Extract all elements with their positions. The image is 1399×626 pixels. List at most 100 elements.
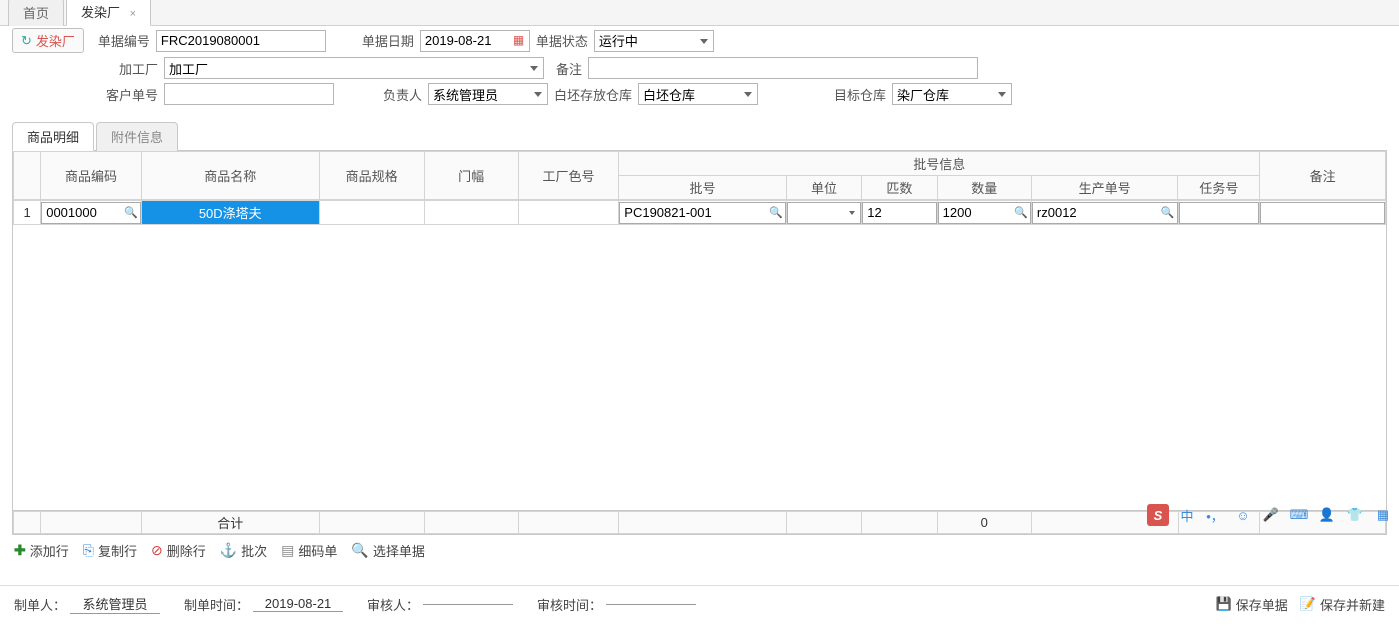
close-icon[interactable]: ×	[130, 8, 136, 20]
audit-time-label: 审核时间：	[537, 595, 602, 614]
col-unit[interactable]: 单位	[786, 176, 861, 200]
table-row[interactable]: 1 🔍 50D涤塔夫 🔍 🔍 🔍	[14, 201, 1386, 225]
ime-punct-icon[interactable]: •，	[1205, 505, 1225, 525]
subtab-detail[interactable]: 商品明细	[12, 122, 94, 151]
search-icon[interactable]: 🔍	[124, 206, 138, 219]
cust-no-input[interactable]	[164, 83, 334, 105]
search-icon: 🔍	[351, 542, 368, 559]
auditor-value	[423, 604, 513, 605]
task-no-input[interactable]	[1179, 202, 1260, 224]
make-time-value: 2019-08-21	[253, 596, 343, 612]
batch-button[interactable]: ⚓批次	[220, 541, 267, 560]
ime-mic-icon[interactable]: 🎤	[1261, 505, 1281, 525]
col-task-no[interactable]: 任务号	[1178, 176, 1260, 200]
delete-icon: ⊘	[151, 542, 163, 559]
doc-no-label: 单据编号	[92, 31, 156, 50]
search-icon[interactable]: 🔍	[1161, 206, 1175, 219]
doc-state-label: 单据状态	[530, 31, 594, 50]
code-sheet-button[interactable]: ▤细码单	[281, 541, 337, 560]
ime-toolbar[interactable]: S 中 •， ☺ 🎤 ⌨ 👤 👕 ▦	[1147, 504, 1393, 526]
document-footer: 制单人： 系统管理员 制单时间： 2019-08-21 审核人： 审核时间： 💾…	[0, 585, 1399, 618]
cell-spec[interactable]	[319, 201, 424, 225]
copy-icon: ⎘	[83, 542, 94, 559]
form-area: ↻ 发染厂 单据编号 单据日期 ▦ 单据状态 加工厂 备注 客户单号 负责人 白…	[0, 26, 1399, 117]
unit-select[interactable]	[787, 202, 861, 224]
plus-icon: ✚	[14, 542, 26, 559]
row-index: 1	[14, 201, 41, 225]
col-name[interactable]: 商品名称	[141, 152, 319, 200]
prod-no-input[interactable]	[1032, 202, 1178, 224]
save-icon: 💾	[1216, 596, 1232, 612]
grid-body-table: 1 🔍 50D涤塔夫 🔍 🔍 🔍	[13, 200, 1386, 225]
main-tab-bar: 首页 发染厂 ×	[0, 0, 1399, 26]
cell-code[interactable]: 🔍	[41, 202, 141, 224]
dye-factory-button[interactable]: ↻ 发染厂	[12, 28, 84, 53]
factory-label: 加工厂	[100, 59, 164, 78]
doc-state-select[interactable]	[594, 30, 714, 52]
footer-total-label: 合计	[141, 512, 319, 534]
ime-lang-icon[interactable]: 中	[1177, 505, 1197, 525]
grid-action-bar: ✚添加行 ⎘复制行 ⊘删除行 ⚓批次 ▤细码单 🔍选择单据	[0, 535, 1399, 566]
delete-row-button[interactable]: ⊘删除行	[151, 541, 206, 560]
dye-factory-button-label: 发染厂	[36, 31, 75, 50]
pick-doc-button[interactable]: 🔍选择单据	[351, 541, 424, 560]
ime-keyboard-icon[interactable]: ⌨	[1289, 505, 1309, 525]
list-icon: ▤	[281, 542, 294, 559]
col-spec[interactable]: 商品规格	[319, 152, 424, 200]
subtab-attachment[interactable]: 附件信息	[96, 122, 178, 151]
copy-row-button[interactable]: ⎘复制行	[83, 541, 137, 560]
col-note[interactable]: 备注	[1260, 152, 1386, 200]
tab-dye-factory[interactable]: 发染厂 ×	[66, 0, 151, 26]
batch-input[interactable]	[619, 202, 786, 224]
cell-unit[interactable]	[787, 202, 861, 224]
save-new-icon: 📝	[1300, 596, 1316, 612]
note-input[interactable]	[1260, 202, 1385, 224]
footer-qty-total: 0	[937, 512, 1031, 534]
target-wh-label: 目标仓库	[828, 85, 892, 104]
doc-date-input[interactable]	[420, 30, 530, 52]
cell-name[interactable]: 50D涤塔夫	[141, 201, 319, 225]
cell-color[interactable]	[518, 201, 619, 225]
save-button[interactable]: 💾保存单据	[1216, 595, 1288, 614]
tab-dye-label: 发染厂	[81, 5, 120, 20]
sub-tab-bar: 商品明细 附件信息	[12, 121, 1387, 151]
col-color[interactable]: 工厂色号	[518, 152, 619, 200]
target-wh-select[interactable]	[892, 83, 1012, 105]
col-width[interactable]: 门幅	[424, 152, 518, 200]
ime-logo-icon[interactable]: S	[1147, 504, 1169, 526]
search-icon[interactable]: 🔍	[1014, 206, 1028, 219]
cell-prod-no[interactable]: 🔍	[1032, 202, 1178, 224]
make-time-label: 制单时间：	[184, 595, 249, 614]
person-select[interactable]	[428, 83, 548, 105]
search-icon[interactable]: 🔍	[769, 206, 783, 219]
cell-width[interactable]	[424, 201, 518, 225]
save-and-new-button[interactable]: 📝保存并新建	[1300, 595, 1385, 614]
ime-user-icon[interactable]: 👤	[1317, 505, 1337, 525]
ime-skin-icon[interactable]: 👕	[1345, 505, 1365, 525]
factory-select[interactable]	[164, 57, 544, 79]
col-code[interactable]: 商品编码	[41, 152, 142, 200]
col-prod-no[interactable]: 生产单号	[1031, 176, 1178, 200]
doc-no-input[interactable]	[156, 30, 326, 52]
person-label: 负责人	[364, 85, 428, 104]
tab-home[interactable]: 首页	[8, 0, 64, 26]
cell-batch[interactable]: 🔍	[619, 202, 786, 224]
bolt-input[interactable]	[862, 202, 936, 224]
col-qty[interactable]: 数量	[937, 176, 1031, 200]
refresh-icon: ↻	[21, 33, 32, 49]
ime-emoji-icon[interactable]: ☺	[1233, 505, 1253, 525]
cell-qty[interactable]: 🔍	[938, 202, 1031, 224]
audit-time-value	[606, 604, 696, 605]
col-batch[interactable]: 批号	[619, 176, 787, 200]
ime-toolbox-icon[interactable]: ▦	[1373, 505, 1393, 525]
raw-wh-label: 白坯存放仓库	[548, 85, 638, 104]
anchor-icon: ⚓	[220, 542, 237, 559]
detail-grid: 商品编码 商品名称 商品规格 门幅 工厂色号 批号信息 备注 批号 单位 匹数 …	[12, 151, 1387, 535]
remark-input[interactable]	[588, 57, 978, 79]
raw-wh-select[interactable]	[638, 83, 758, 105]
add-row-button[interactable]: ✚添加行	[14, 541, 69, 560]
grid-header: 商品编码 商品名称 商品规格 门幅 工厂色号 批号信息 备注 批号 单位 匹数 …	[13, 151, 1386, 200]
col-bolt[interactable]: 匹数	[862, 176, 937, 200]
maker-label: 制单人：	[14, 595, 66, 614]
auditor-label: 审核人：	[367, 595, 419, 614]
